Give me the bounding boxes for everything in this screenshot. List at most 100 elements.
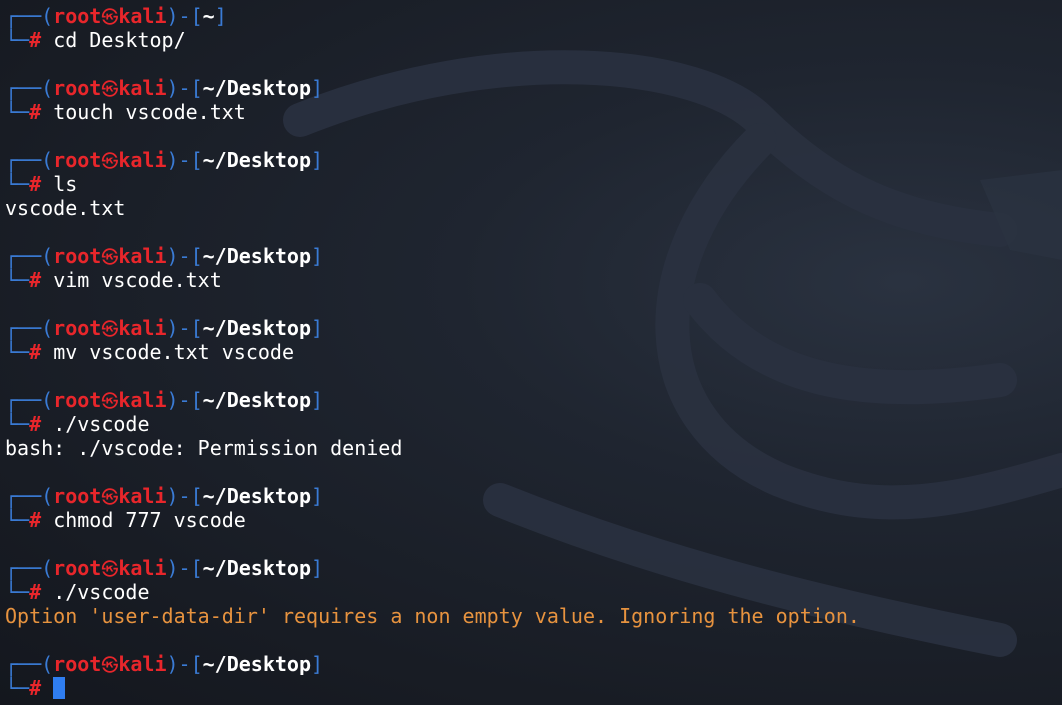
prompt-box-mid: )-[ <box>166 556 203 580</box>
prompt-box-close: ] <box>214 4 227 28</box>
prompt-box-open: ┌──( <box>5 76 54 100</box>
command-line: └─# ./vscode <box>5 580 1062 604</box>
prompt-box-close: ] <box>311 316 324 340</box>
text-cursor[interactable] <box>53 677 66 699</box>
prompt-header: ┌──(root㉿kali)-[~/Desktop] <box>5 652 1062 676</box>
prompt-box-open: ┌──( <box>5 388 54 412</box>
prompt-path: ~/Desktop <box>202 484 312 508</box>
prompt-hash: # <box>29 100 42 124</box>
prompt-host: kali <box>118 388 167 412</box>
prompt-header: ┌──(root㉿kali)-[~/Desktop] <box>5 316 1062 340</box>
prompt-box-close: ] <box>311 244 324 268</box>
prompt-box-open: ┌──( <box>5 148 54 172</box>
command-line: └─# chmod 777 vscode <box>5 508 1062 532</box>
prompt-box-corner: └─ <box>5 508 30 532</box>
prompt-box-mid: )-[ <box>166 76 203 100</box>
command-text: vim vscode.txt <box>53 268 222 292</box>
prompt-user: root <box>53 652 102 676</box>
skull-icon: ㉿ <box>101 320 119 340</box>
prompt-path: ~/Desktop <box>202 316 312 340</box>
prompt-box-close: ] <box>311 76 324 100</box>
prompt-box-corner: └─ <box>5 268 30 292</box>
prompt-box-close: ] <box>311 652 324 676</box>
command-text: ./vscode <box>53 580 150 604</box>
command-line: └─# vim vscode.txt <box>5 268 1062 292</box>
prompt-box-corner: └─ <box>5 580 30 604</box>
prompt-box-close: ] <box>311 484 324 508</box>
prompt-user: root <box>53 484 102 508</box>
prompt-box-corner: └─ <box>5 340 30 364</box>
prompt-host: kali <box>118 652 167 676</box>
skull-icon: ㉿ <box>101 488 119 508</box>
prompt-path: ~/Desktop <box>202 76 312 100</box>
prompt-hash: # <box>29 340 42 364</box>
command-text: touch vscode.txt <box>53 100 246 124</box>
command-line: └─# cd Desktop/ <box>5 28 1062 52</box>
prompt-user: root <box>53 76 102 100</box>
command-line: └─# ls <box>5 172 1062 196</box>
prompt-box-close: ] <box>311 388 324 412</box>
skull-icon: ㉿ <box>101 8 119 28</box>
prompt-path: ~/Desktop <box>202 556 312 580</box>
prompt-host: kali <box>118 556 167 580</box>
prompt-box-mid: )-[ <box>166 316 203 340</box>
prompt-path: ~/Desktop <box>202 148 312 172</box>
prompt-path: ~/Desktop <box>202 388 312 412</box>
command-line: └─# ./vscode <box>5 412 1062 436</box>
prompt-hash: # <box>29 172 42 196</box>
prompt-box-close: ] <box>311 148 324 172</box>
skull-icon: ㉿ <box>101 560 119 580</box>
command-output: vscode.txt <box>5 196 1062 220</box>
prompt-box-open: ┌──( <box>5 652 54 676</box>
prompt-box-mid: )-[ <box>166 148 203 172</box>
prompt-hash: # <box>29 508 42 532</box>
prompt-header: ┌──(root㉿kali)-[~/Desktop] <box>5 388 1062 412</box>
prompt-user: root <box>53 244 102 268</box>
prompt-box-corner: └─ <box>5 100 30 124</box>
prompt-hash: # <box>29 676 42 700</box>
terminal-output[interactable]: ┌──(root㉿kali)-[~] └─# cd Desktop/┌──(roo… <box>5 4 1062 705</box>
prompt-path: ~/Desktop <box>202 244 312 268</box>
prompt-user: root <box>53 4 102 28</box>
command-output: bash: ./vscode: Permission denied <box>5 436 1062 460</box>
warning-output: Option 'user-data-dir' requires a non em… <box>5 604 1062 628</box>
prompt-box-mid: )-[ <box>166 484 203 508</box>
prompt-box-corner: └─ <box>5 412 30 436</box>
command-text: chmod 777 vscode <box>53 508 246 532</box>
command-line: └─# <box>5 676 1062 700</box>
skull-icon: ㉿ <box>101 248 119 268</box>
prompt-hash: # <box>29 28 42 52</box>
prompt-header: ┌──(root㉿kali)-[~/Desktop] <box>5 76 1062 100</box>
prompt-box-mid: )-[ <box>166 388 203 412</box>
prompt-box-mid: )-[ <box>166 244 203 268</box>
prompt-host: kali <box>118 76 167 100</box>
output-text: Option 'user-data-dir' requires a non em… <box>5 604 860 628</box>
prompt-user: root <box>53 148 102 172</box>
prompt-box-open: ┌──( <box>5 4 54 28</box>
prompt-host: kali <box>118 244 167 268</box>
command-line: └─# touch vscode.txt <box>5 100 1062 124</box>
output-text: vscode.txt <box>5 196 126 220</box>
command-text: mv vscode.txt vscode <box>53 340 295 364</box>
prompt-header: ┌──(root㉿kali)-[~/Desktop] <box>5 244 1062 268</box>
prompt-box-mid: )-[ <box>166 652 203 676</box>
prompt-hash: # <box>29 268 42 292</box>
prompt-user: root <box>53 388 102 412</box>
output-text: bash: ./vscode: Permission denied <box>5 436 403 460</box>
prompt-box-open: ┌──( <box>5 484 54 508</box>
